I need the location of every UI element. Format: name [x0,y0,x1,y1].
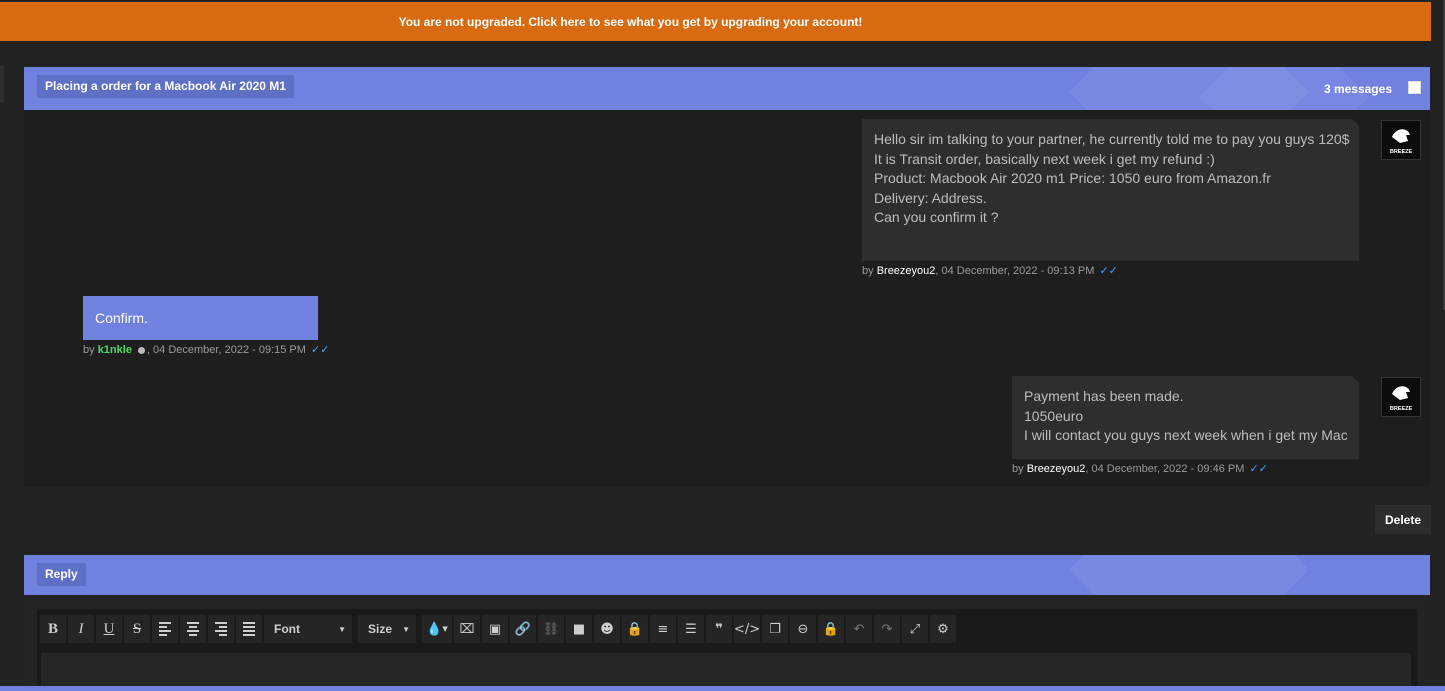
chevron-down-icon: ▼ [402,624,410,634]
strikethrough-icon[interactable]: S [124,615,150,643]
message-line: Can you confirm it ? [874,209,999,226]
avatar[interactable]: BREEZE [1381,120,1421,160]
unlink-icon[interactable]: ⛓ [538,615,564,643]
message-meta: by Breezeyou2, 04 December, 2022 - 09:13… [862,265,1118,277]
editor-container: B I U S Font ▼ Size ▼ 💧▼ ⌧ ▣ 🔗 ⛓ ■ ☻ 🔒 [37,609,1418,691]
bottom-accent-bar [0,686,1445,691]
size-select-label: Size [368,622,393,636]
align-right-icon[interactable] [208,615,234,643]
code-icon[interactable]: </> [734,615,760,643]
lock-icon[interactable]: 🔒 [622,615,648,643]
message-line: 1050euro [1024,407,1084,424]
message-line: I will contact you guys next week when i… [1024,427,1348,444]
ordered-list-icon[interactable]: ≡ [650,615,676,643]
link-icon[interactable]: 🔗 [510,615,536,643]
emoji-icon[interactable]: ☻ [594,615,620,643]
gear-icon[interactable]: ⚙ [930,615,956,643]
message-line: Payment has been made. [1024,388,1184,404]
font-select-label: Font [274,622,300,636]
color-icon[interactable]: 💧 ▼ [422,615,452,643]
reply-header: Reply [24,555,1430,595]
conversation-panel: Placing a order for a Macbook Air 2020 M… [24,67,1430,487]
minus-circle-icon[interactable]: ⊖ [790,615,816,643]
message-line: Confirm. [95,310,148,326]
select-conversation-checkbox[interactable] [1408,81,1421,94]
size-select[interactable]: Size ▼ [358,615,416,643]
svg-text:BREEZE: BREEZE [1390,406,1413,412]
upgrade-banner-text[interactable]: You are not upgraded. Click here to see … [399,15,863,29]
redo-icon[interactable]: ↷ [874,615,900,643]
editor-toolbar: B I U S Font ▼ Size ▼ 💧▼ ⌧ ▣ 🔗 ⛓ ■ ☻ 🔒 [40,615,956,645]
align-center-icon[interactable] [180,615,206,643]
video-icon[interactable]: ■ [566,615,592,643]
bold-icon[interactable]: B [40,615,66,643]
message-line: Hello sir im talking to your partner, he… [874,131,1350,147]
reply-title: Reply [37,563,86,586]
read-receipt-icon: ✓✓ [1249,463,1268,475]
message-bubble: Hello sir im talking to your partner, he… [862,119,1360,261]
message-bubble: Confirm. [83,296,318,340]
conversation-title: Placing a order for a Macbook Air 2020 M… [37,75,294,98]
bullet-list-icon[interactable]: ☰ [678,615,704,643]
message-meta: by k1nkle, 04 December, 2022 - 09:15 PM … [83,344,330,356]
read-receipt-icon: ✓✓ [1099,265,1118,277]
message-meta: by Breezeyou2, 04 December, 2022 - 09:46… [1012,463,1268,475]
online-status-icon [137,346,145,354]
hide-lock-icon[interactable]: 🔒 [818,615,844,643]
author-link[interactable]: k1nkle [98,344,132,356]
avatar[interactable]: BREEZE [1381,377,1421,417]
maximize-icon[interactable]: ⤢ [902,615,928,643]
quote-icon[interactable]: ❞ [706,615,732,643]
read-receipt-icon: ✓✓ [310,344,330,356]
message-line: It is Transit order, basically next week… [874,150,1215,167]
message-line: Product: Macbook Air 2020 m1 Price: 1050… [874,170,1271,187]
remove-format-icon[interactable]: ⌧ [454,615,480,643]
message-count: 3 messages [1323,82,1392,96]
underline-icon[interactable]: U [96,615,122,643]
align-left-icon[interactable] [152,615,178,643]
author-link[interactable]: Breezeyou2 [877,265,936,277]
justify-icon[interactable] [236,615,262,643]
conversation-header: Placing a order for a Macbook Air 2020 M… [24,67,1430,110]
chevron-down-icon: ▼ [338,624,346,634]
message-bubble: Payment has been made. 1050euro I will c… [1012,376,1360,459]
message-line: Delivery: Address. [874,189,987,206]
svg-text:BREEZE: BREEZE [1390,149,1413,155]
delete-button[interactable]: Delete [1375,505,1431,534]
author-link[interactable]: Breezeyou2 [1027,463,1086,475]
upgrade-banner[interactable]: You are not upgraded. Click here to see … [0,2,1431,41]
font-select[interactable]: Font ▼ [264,615,352,643]
left-edge [0,66,4,102]
italic-icon[interactable]: I [68,615,94,643]
paste-icon[interactable]: ❐ [762,615,788,643]
reply-editor: B I U S Font ▼ Size ▼ 💧▼ ⌧ ▣ 🔗 ⛓ ■ ☻ 🔒 [24,595,1430,691]
image-icon[interactable]: ▣ [482,615,508,643]
undo-icon[interactable]: ↶ [846,615,872,643]
